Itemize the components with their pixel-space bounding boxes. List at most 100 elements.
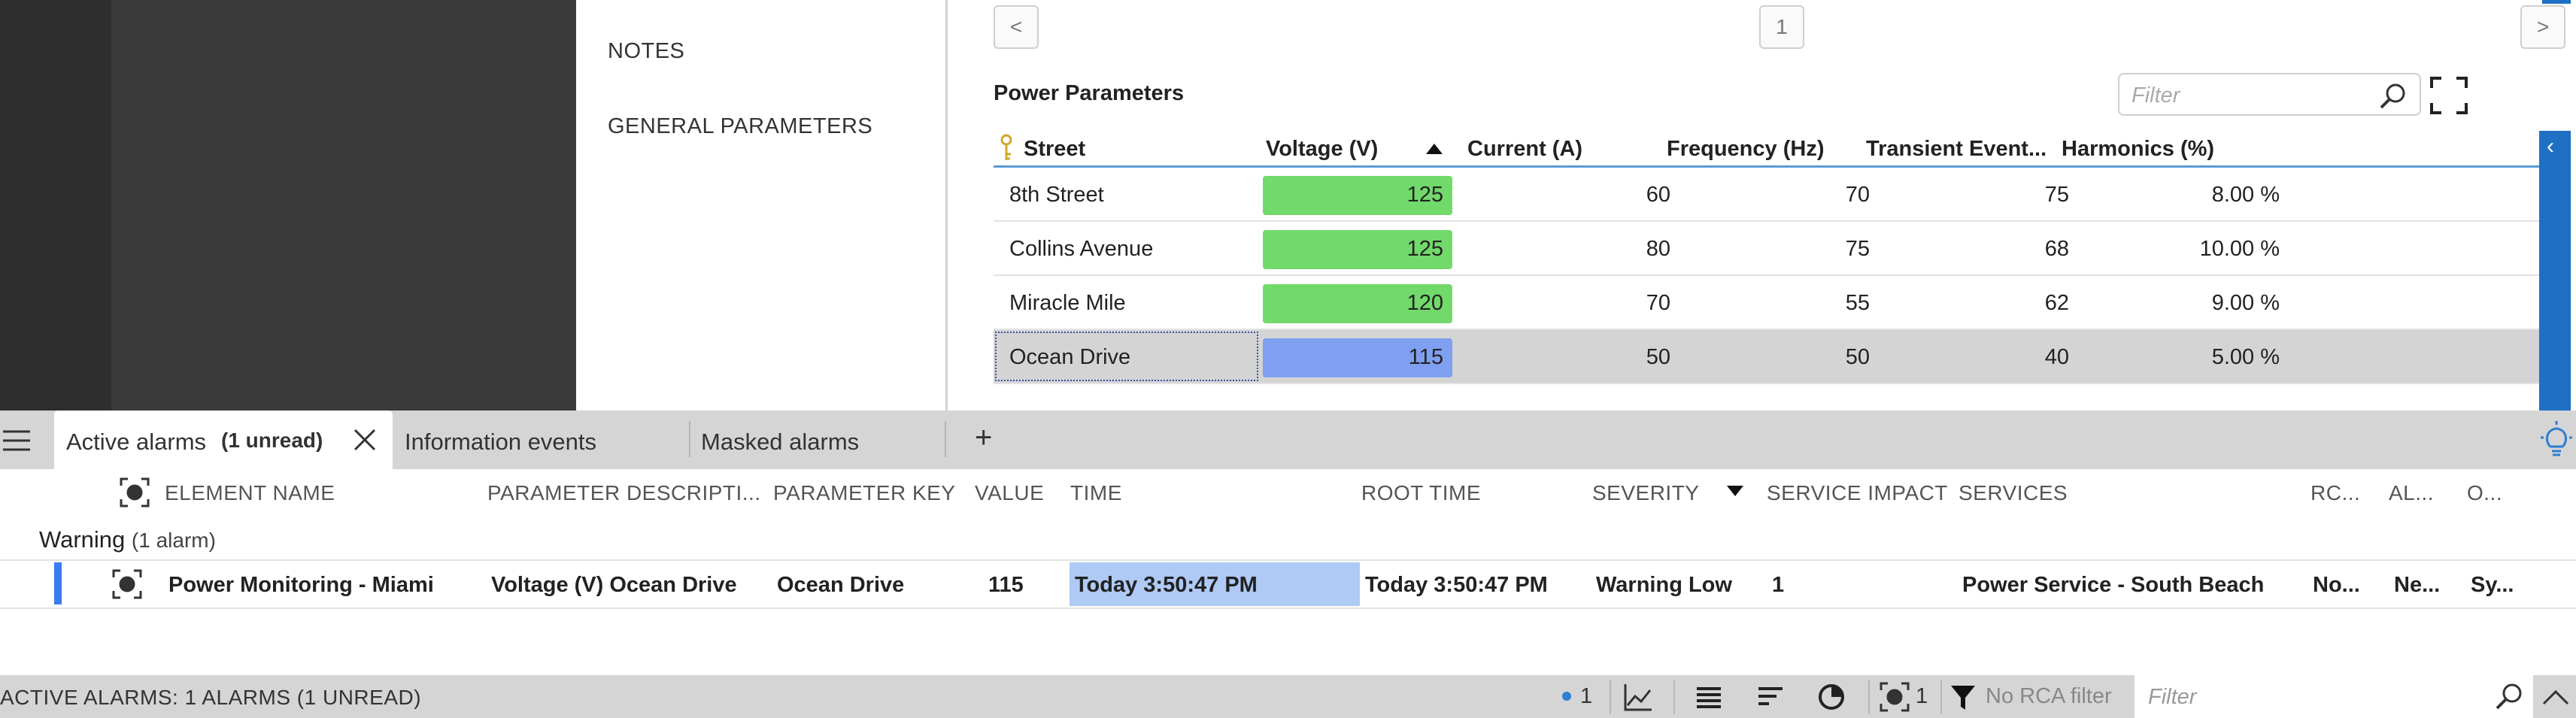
harmonics-cell: 9.00 % [2211, 291, 2280, 315]
status-bar: ACTIVE ALARMS: 1 ALARMS (1 UNREAD) 1 1 N… [0, 675, 2576, 718]
tab-active-alarms[interactable]: Active alarms (1 unread) [54, 411, 393, 469]
trend-icon[interactable] [1623, 681, 1653, 713]
transient-cell: 62 [2044, 291, 2069, 315]
alarm-row[interactable]: Power Monitoring - Miami Voltage (V) Oce… [0, 559, 2576, 609]
column-header-root-time[interactable]: ROOT TIME [1361, 481, 1481, 505]
voltage-value: 115 [1408, 345, 1443, 369]
close-tab-icon[interactable] [352, 427, 378, 453]
funnel-filter-icon[interactable] [1949, 681, 1977, 713]
filter-placeholder: Filter [2148, 685, 2197, 709]
next-page-button[interactable]: > [2520, 5, 2565, 49]
harmonics-cell: 8.00 % [2211, 183, 2280, 207]
search-icon[interactable] [2379, 82, 2408, 111]
voltage-bar: 125 [1263, 176, 1452, 215]
pie-chart-icon[interactable] [1816, 681, 1847, 713]
current-cell: 50 [1646, 345, 1670, 369]
column-header-owner[interactable]: O... [2467, 481, 2502, 505]
column-header-parameter-description[interactable]: PARAMETER DESCRIPTI... [487, 481, 761, 505]
tab-information-events-label: Information events [405, 429, 597, 455]
alarm-group-header[interactable]: Warning (1 alarm) [39, 526, 216, 553]
voltage-value: 125 [1406, 183, 1443, 207]
focus-icon[interactable] [119, 477, 150, 508]
top-scroll-indicator [2542, 0, 2571, 4]
frequency-cell: 75 [1845, 237, 1870, 261]
section-title: Power Parameters [994, 81, 1185, 105]
card-navigation: NOTES GENERAL PARAMETERS [576, 0, 948, 411]
group-severity-label: Warning [39, 526, 126, 553]
time-cell: Today 3:50:47 PM [1075, 573, 1258, 597]
voltage-bar: 120 [1263, 284, 1452, 323]
status-divider [1940, 680, 1942, 714]
alarm-tab-bar: Active alarms (1 unread) Information eve… [0, 411, 2576, 469]
street-cell: Miracle Mile [1009, 291, 1126, 315]
column-header-harmonics[interactable]: Harmonics (%) [2062, 137, 2214, 162]
status-text: ACTIVE ALARMS: 1 ALARMS (1 UNREAD) [0, 686, 422, 709]
unread-count[interactable]: 1 [1580, 684, 1592, 716]
sort-icon[interactable] [1755, 681, 1786, 713]
key-icon [1000, 133, 1013, 163]
sort-descending-icon[interactable] [1727, 486, 1743, 496]
add-tab-label: + [975, 421, 993, 454]
rca-filter-label[interactable]: No RCA filter [1986, 684, 2112, 716]
unread-dot-icon [1561, 691, 1572, 718]
focus-filter-icon[interactable] [1879, 681, 1910, 713]
frequency-cell: 70 [1845, 183, 1870, 207]
voltage-bar: 125 [1263, 230, 1452, 269]
chevron-up-icon[interactable] [2539, 681, 2572, 713]
nav-item-notes[interactable]: NOTES [608, 39, 684, 64]
element-name-cell: Power Monitoring - Miami [168, 573, 434, 597]
column-header-value[interactable]: VALUE [975, 481, 1044, 505]
column-header-services[interactable]: SERVICES [1959, 481, 2068, 505]
column-header-alarm-type[interactable]: AL... [2389, 481, 2434, 505]
column-header-service-impact[interactable]: SERVICE IMPACT [1767, 481, 1948, 505]
column-header-rca[interactable]: RC... [2311, 481, 2360, 505]
tab-masked-alarms[interactable]: Masked alarms [690, 411, 946, 469]
column-header-time[interactable]: TIME [1070, 481, 1122, 505]
column-header-current[interactable]: Current (A) [1467, 137, 1582, 162]
lightbulb-icon[interactable] [2539, 411, 2574, 469]
voltage-value: 125 [1406, 237, 1443, 261]
table-row[interactable]: Miracle Mile 120 70 55 62 9.00 % [994, 276, 2546, 330]
transient-cell: 75 [2044, 183, 2069, 207]
voltage-bar: 115 [1263, 338, 1452, 377]
voltage-value: 120 [1406, 291, 1443, 315]
table-header: Street Voltage (V) Current (A) Frequency… [994, 130, 2546, 168]
nav-item-general-parameters[interactable]: GENERAL PARAMETERS [608, 114, 872, 139]
service-impact-cell: 1 [1772, 573, 1785, 597]
table-row[interactable]: Collins Avenue 125 80 75 68 10.00 % [994, 222, 2546, 276]
tab-information-events[interactable]: Information events [394, 411, 687, 469]
table-row-selected[interactable]: Ocean Drive 115 50 50 40 5.00 % [994, 330, 2546, 384]
page-number-button[interactable]: 1 [1759, 5, 1804, 49]
add-tab-button[interactable]: + [963, 411, 1008, 469]
parameter-key-cell: Ocean Drive [777, 573, 905, 597]
status-divider [1673, 680, 1675, 714]
column-header-street[interactable]: Street [1024, 137, 1085, 162]
column-header-parameter-key[interactable]: PARAMETER KEY [773, 481, 955, 505]
focus-icon [111, 568, 143, 600]
power-parameters-table: Street Voltage (V) Current (A) Frequency… [994, 130, 2546, 384]
tab-masked-alarms-label: Masked alarms [701, 429, 860, 455]
side-panel-toggle[interactable]: ‹ [2539, 131, 2571, 411]
severity-cell: Warning Low [1596, 573, 1732, 597]
column-header-voltage[interactable]: Voltage (V) [1266, 137, 1378, 162]
fullscreen-icon[interactable] [2429, 75, 2469, 116]
tab-active-alarms-label: Active alarms [66, 429, 207, 455]
search-icon[interactable] [2494, 681, 2524, 711]
frequency-cell: 55 [1845, 291, 1870, 315]
sort-ascending-icon[interactable] [1426, 144, 1443, 154]
alarm-filter-input[interactable]: Filter [2135, 675, 2533, 718]
column-header-transient-events[interactable]: Transient Event... [1866, 137, 2047, 162]
street-cell: 8th Street [1009, 183, 1104, 207]
chevron-left-icon: ‹ [2547, 134, 2554, 159]
rca-cell: No... [2313, 573, 2360, 597]
table-row[interactable]: 8th Street 125 60 70 75 8.00 % [994, 168, 2546, 222]
status-divider [1868, 680, 1870, 714]
hamburger-menu-icon[interactable] [0, 411, 50, 469]
column-header-frequency[interactable]: Frequency (Hz) [1667, 137, 1824, 162]
column-header-element-name[interactable]: ELEMENT NAME [165, 481, 335, 505]
filter-placeholder: Filter [2131, 83, 2180, 108]
list-view-icon[interactable] [1694, 681, 1724, 713]
table-filter-input[interactable]: Filter [2118, 73, 2421, 116]
column-header-severity[interactable]: SEVERITY [1592, 481, 1699, 505]
previous-page-button[interactable]: < [994, 5, 1039, 49]
